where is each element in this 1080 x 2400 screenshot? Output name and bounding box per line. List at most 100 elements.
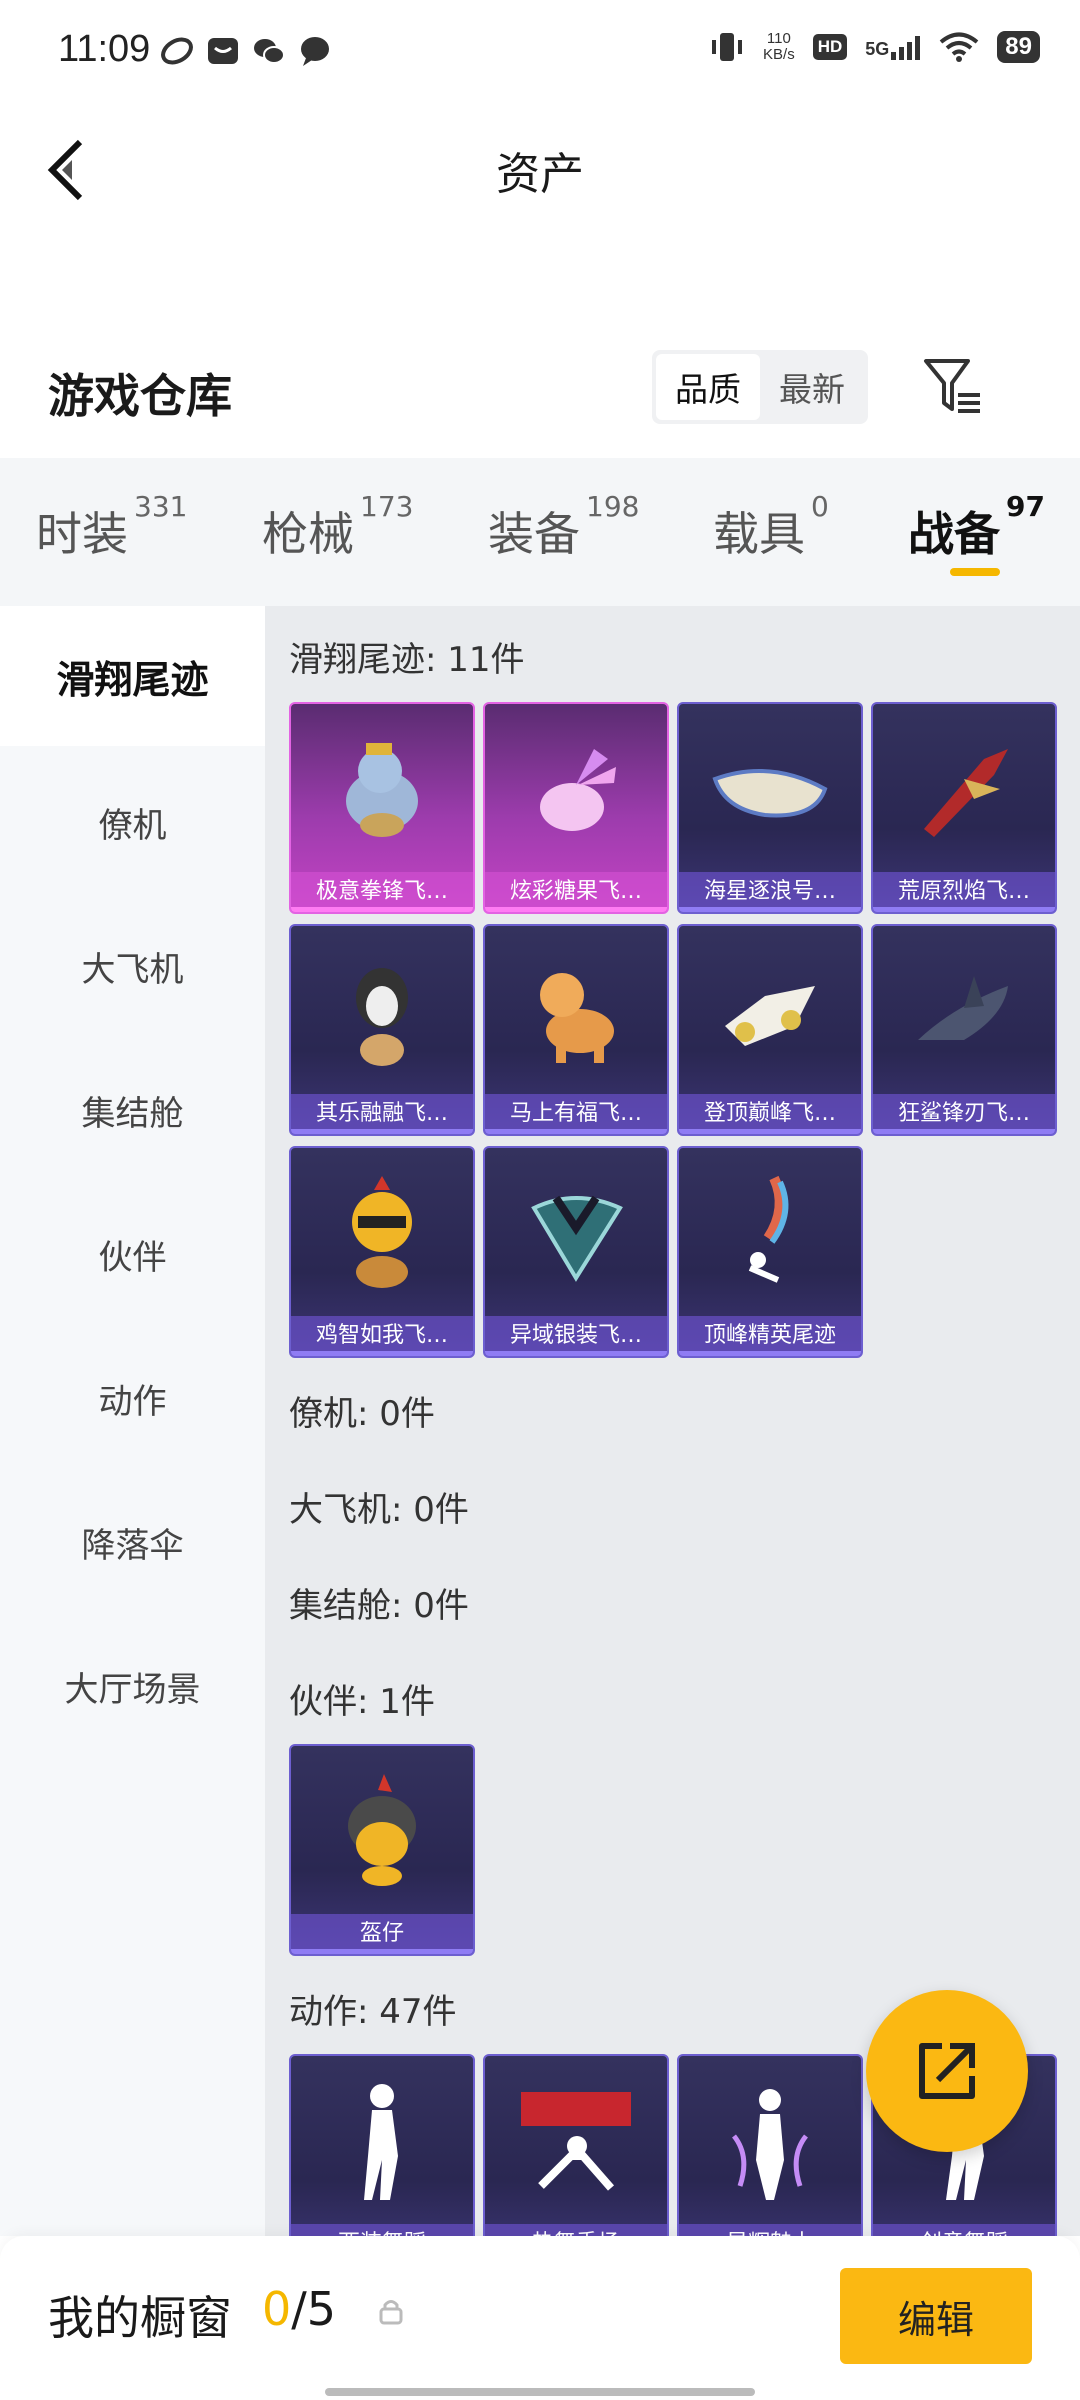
section-title-emote: 动作: 47件	[289, 1992, 457, 2032]
tab-count: 198	[586, 490, 640, 523]
tab-guns[interactable]: 枪械173	[262, 490, 413, 564]
rarity-bar	[291, 1129, 473, 1134]
tab-vehicles[interactable]: 载具0	[713, 490, 829, 564]
notification-icons	[160, 34, 332, 68]
item-card[interactable]: 荒原烈焰飞…	[871, 702, 1057, 914]
item-card[interactable]: 热舞秀场	[483, 2054, 669, 2236]
tab-label: 时装	[36, 507, 128, 561]
category-tabs: 时装331 枪械173 装备198 载具0 战备97	[0, 458, 1080, 606]
item-name: 星辉魅力	[679, 2224, 861, 2236]
sidebar-item-emote[interactable]: 动作	[0, 1328, 265, 1468]
sidebar-item-lobby-scene[interactable]: 大厅场景	[0, 1616, 265, 1756]
chat-icon	[301, 37, 329, 66]
tab-label: 载具	[713, 507, 805, 561]
item-name: 鸡智如我飞…	[291, 1316, 473, 1356]
showcase-label: 我的橱窗	[48, 2291, 232, 2345]
app-icon	[161, 37, 193, 65]
sidebar-item-pod[interactable]: 集结舱	[0, 1040, 265, 1180]
vibrate-icon	[712, 33, 743, 61]
tab-count: 97	[1006, 490, 1045, 523]
home-indicator[interactable]	[325, 2388, 755, 2396]
edit-button[interactable]: 编辑	[840, 2268, 1032, 2364]
lock-icon	[379, 2300, 403, 2325]
item-name: 极意拳锋飞…	[291, 872, 473, 912]
sidebar-item-glide-trail[interactable]: 滑翔尾迹	[0, 606, 265, 746]
rarity-bar	[873, 907, 1055, 912]
skydiver-trail-icon	[679, 1148, 861, 1318]
page-title: 资产	[496, 149, 584, 200]
candy-icon	[485, 704, 667, 874]
tab-count: 0	[811, 490, 829, 523]
stage-dancer-icon	[485, 2056, 667, 2226]
item-card[interactable]: 极意拳锋飞…	[289, 702, 475, 914]
sort-quality-option[interactable]: 品质	[656, 354, 760, 420]
rarity-bar	[485, 1129, 667, 1134]
sort-newest-option[interactable]: 最新	[760, 354, 864, 420]
status-bar: 11:09 110 KB/s HD 5G 89	[0, 0, 1080, 100]
item-card[interactable]: 炫彩糖果飞…	[483, 702, 669, 914]
rarity-bar	[873, 1129, 1055, 1134]
item-card[interactable]: 海星逐浪号…	[677, 702, 863, 914]
tab-label: 枪械	[262, 507, 354, 561]
share-external-icon	[919, 2043, 975, 2099]
section-title-wingman: 僚机: 0件	[289, 1394, 435, 1434]
sidebar-item-partner[interactable]: 伙伴	[0, 1184, 265, 1324]
sidebar-item-wingman[interactable]: 僚机	[0, 752, 265, 892]
wechat-icon	[254, 39, 285, 64]
shark-icon	[873, 926, 1055, 1096]
item-name: 西装舞蹈	[291, 2224, 473, 2236]
item-card[interactable]: 异域银装飞…	[483, 1146, 669, 1358]
rarity-bar	[291, 1351, 473, 1356]
sidebar-item-plane[interactable]: 大飞机	[0, 896, 265, 1036]
section-title-glide: 滑翔尾迹: 11件	[289, 640, 525, 680]
penguin-icon	[291, 926, 473, 1096]
active-tab-indicator	[950, 568, 1000, 576]
share-button[interactable]	[866, 1990, 1028, 2152]
item-card[interactable]: 星辉魅力	[677, 2054, 863, 2236]
network-type: 5G	[865, 39, 890, 59]
rarity-bar	[291, 1949, 473, 1954]
item-card[interactable]: 西装舞蹈	[289, 2054, 475, 2236]
item-card[interactable]: 鸡智如我飞…	[289, 1146, 475, 1358]
sparkle-dancer-icon	[679, 2056, 861, 2226]
item-card[interactable]: 马上有福飞…	[483, 924, 669, 1136]
helmet-chick-icon	[291, 1746, 473, 1916]
item-card[interactable]: 盔仔	[289, 1744, 475, 1956]
filter-icon[interactable]	[922, 355, 988, 421]
item-name: 其乐融融飞…	[291, 1094, 473, 1134]
dancer-silhouette-icon	[291, 2056, 473, 2226]
sidebar-item-parachute[interactable]: 降落伞	[0, 1472, 265, 1612]
chicken-icon	[291, 1148, 473, 1318]
item-card[interactable]: 登顶巅峰飞…	[677, 924, 863, 1136]
net-speed: 110 KB/s	[763, 31, 795, 63]
sidebar: 滑翔尾迹 僚机 大飞机 集结舱 伙伴 动作 降落伞 大厅场景	[0, 606, 265, 2236]
item-name: 盔仔	[291, 1914, 473, 1954]
item-card[interactable]: 顶峰精英尾迹	[677, 1146, 863, 1358]
net-speed-value: 110	[766, 30, 791, 47]
mail-icon	[208, 38, 238, 64]
tab-fashion[interactable]: 时装331	[36, 490, 187, 564]
item-card[interactable]: 其乐融融飞…	[289, 924, 475, 1136]
section-title-plane: 大飞机: 0件	[289, 1490, 469, 1530]
wifi-icon	[940, 32, 979, 62]
tab-label: 装备	[488, 507, 580, 561]
rarity-bar	[291, 907, 473, 912]
boat-icon	[679, 704, 861, 874]
rarity-bar	[485, 1351, 667, 1356]
sort-toggle: 品质 最新	[652, 350, 868, 424]
item-card[interactable]: 狂鲨锋刃飞…	[871, 924, 1057, 1136]
tab-battle-gear[interactable]: 战备97	[908, 490, 1045, 564]
tab-count: 173	[360, 490, 414, 523]
warehouse-title: 游戏仓库	[48, 369, 232, 423]
tab-count: 331	[134, 490, 188, 523]
silver-wing-icon	[485, 1148, 667, 1318]
showcase-bar: 我的橱窗 0/5 编辑	[0, 2236, 1080, 2400]
showcase-count: 0/5	[262, 2282, 336, 2336]
item-name: 炫彩糖果飞…	[485, 872, 667, 912]
item-name: 热舞秀场	[485, 2224, 667, 2236]
item-name: 海星逐浪号…	[679, 872, 861, 912]
net-speed-unit: KB/s	[763, 46, 795, 63]
tab-equipment[interactable]: 装备198	[488, 490, 639, 564]
horse-icon	[485, 926, 667, 1096]
item-name: 顶峰精英尾迹	[679, 1316, 861, 1356]
